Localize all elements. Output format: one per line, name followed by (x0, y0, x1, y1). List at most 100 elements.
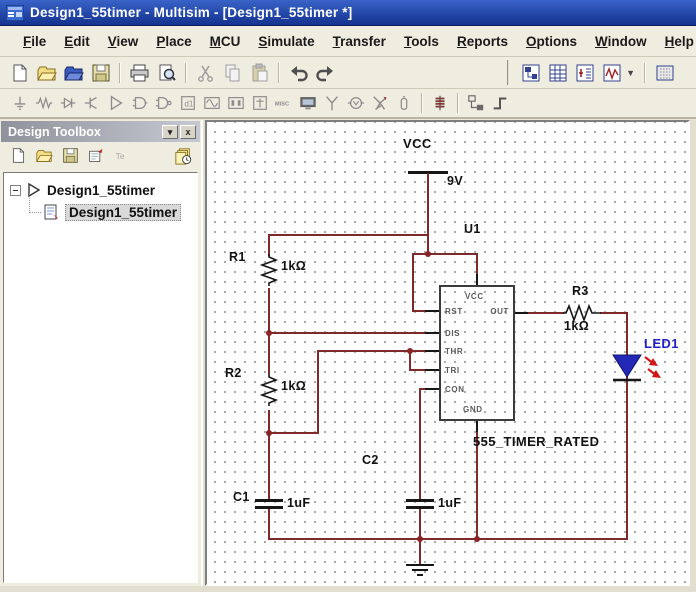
wire[interactable] (427, 253, 478, 255)
wire[interactable] (526, 312, 564, 314)
capacitor-c2[interactable] (406, 506, 434, 509)
wire[interactable] (268, 288, 270, 334)
wire[interactable] (268, 410, 270, 501)
menu-reports[interactable]: Reports (448, 30, 517, 53)
dt-open-icon[interactable] (32, 145, 56, 167)
menu-place[interactable]: Place (147, 30, 200, 53)
capacitor-c1[interactable] (255, 499, 283, 502)
c2-value-label[interactable]: 1uF (438, 496, 461, 510)
basic-icon[interactable] (33, 92, 55, 114)
menu-mcu[interactable]: MCU (201, 30, 250, 53)
c2-ref-label[interactable]: C2 (362, 453, 379, 467)
menu-view[interactable]: View (99, 30, 148, 53)
r3-value-label[interactable]: 1kΩ (564, 319, 589, 333)
bus-icon[interactable] (489, 92, 511, 114)
wire[interactable] (600, 312, 628, 314)
database-manager-icon[interactable] (572, 60, 597, 85)
wire[interactable] (317, 350, 319, 434)
schematic-canvas[interactable]: VCC 9V (205, 120, 690, 586)
vcc-net-label[interactable]: VCC (403, 136, 432, 151)
title-bar[interactable]: Design1_55timer - Multisim - [Design1_55… (0, 0, 696, 26)
copy-icon[interactable] (220, 60, 245, 85)
hierarchical-block-icon[interactable] (465, 92, 487, 114)
u1-part-label[interactable]: 555_TIMER_RATED (473, 434, 599, 449)
capacitor-c2[interactable] (406, 499, 434, 502)
ttl-icon[interactable] (129, 92, 151, 114)
wire[interactable] (268, 332, 439, 334)
r2-ref-label[interactable]: R2 (225, 366, 242, 380)
r1-value-label[interactable]: 1kΩ (281, 259, 306, 273)
r3-ref-label[interactable]: R3 (572, 284, 589, 298)
connector-icon[interactable] (369, 92, 391, 114)
rf-icon[interactable] (321, 92, 343, 114)
analog-icon[interactable] (105, 92, 127, 114)
c1-ref-label[interactable]: C1 (233, 490, 250, 504)
vcc-value-label[interactable]: 9V (447, 174, 463, 188)
mixed-icon[interactable] (201, 92, 223, 114)
wire[interactable] (419, 388, 421, 499)
electromechanical-icon[interactable] (345, 92, 367, 114)
misc-component-icon[interactable]: MISC (273, 92, 295, 114)
dt-close-sheet-icon[interactable] (84, 145, 108, 167)
print-preview-icon[interactable] (154, 60, 179, 85)
design-toolbox-titlebar[interactable]: Design Toolbox ▾ x (1, 121, 200, 142)
dt-new-icon[interactable] (6, 145, 30, 167)
panel-minimize-button[interactable]: ▾ (162, 125, 178, 139)
resistor-r2[interactable] (260, 374, 278, 410)
wire[interactable] (268, 234, 270, 256)
virtual-component-icon[interactable] (429, 92, 451, 114)
cut-icon[interactable] (193, 60, 218, 85)
menu-file[interactable]: File (14, 30, 55, 53)
wire[interactable] (268, 509, 270, 540)
advanced-peripherals-icon[interactable] (297, 92, 319, 114)
undo-icon[interactable] (286, 60, 311, 85)
save-icon[interactable] (88, 60, 113, 85)
r1-ref-label[interactable]: R1 (229, 250, 246, 264)
wire[interactable] (317, 350, 411, 352)
panel-close-button[interactable]: x (180, 125, 196, 139)
menu-edit[interactable]: Edit (55, 30, 99, 53)
paste-icon[interactable] (247, 60, 272, 85)
grapher-dropdown-arrow[interactable]: ▼ (626, 68, 635, 78)
led1-ref-label[interactable]: LED1 (644, 336, 679, 351)
wire[interactable] (268, 432, 319, 434)
power-component-icon[interactable] (249, 92, 271, 114)
capacitor-c1[interactable] (255, 506, 283, 509)
wire[interactable] (419, 538, 421, 565)
menu-options[interactable]: Options (517, 30, 586, 53)
wire[interactable] (268, 538, 628, 540)
ground-symbol[interactable] (405, 564, 435, 580)
indicator-icon[interactable] (225, 92, 247, 114)
open-sample-icon[interactable] (61, 60, 86, 85)
c1-value-label[interactable]: 1uF (287, 496, 310, 510)
open-icon[interactable] (34, 60, 59, 85)
menu-simulate[interactable]: Simulate (249, 30, 323, 53)
spreadsheet-view-icon[interactable] (545, 60, 570, 85)
u1-ref-label[interactable]: U1 (464, 222, 481, 236)
r2-value-label[interactable]: 1kΩ (281, 379, 306, 393)
wire[interactable] (268, 334, 270, 374)
transistor-icon[interactable] (81, 92, 103, 114)
print-icon[interactable] (127, 60, 152, 85)
breadboard-icon[interactable] (652, 60, 677, 85)
resistor-r1[interactable] (260, 254, 278, 290)
misc-digital-icon[interactable]: d1 (177, 92, 199, 114)
diode-icon[interactable] (57, 92, 79, 114)
grapher-icon[interactable] (599, 60, 624, 85)
battery-icon[interactable] (393, 92, 415, 114)
tree-child-item[interactable]: Design1_55timer (6, 201, 195, 223)
wire[interactable] (268, 234, 429, 236)
wire[interactable] (412, 253, 414, 312)
menu-window[interactable]: Window (586, 30, 656, 53)
cmos-icon[interactable] (153, 92, 175, 114)
led1[interactable] (610, 352, 672, 388)
dt-save-icon[interactable] (58, 145, 82, 167)
wire[interactable] (626, 312, 628, 540)
source-icon[interactable] (9, 92, 31, 114)
new-icon[interactable] (7, 60, 32, 85)
menu-help[interactable]: Help (656, 30, 696, 53)
dt-rename-icon[interactable]: Te (110, 145, 134, 167)
redo-icon[interactable] (313, 60, 338, 85)
design-toolbox-toggle-icon[interactable] (518, 60, 543, 85)
wire[interactable] (427, 173, 429, 255)
